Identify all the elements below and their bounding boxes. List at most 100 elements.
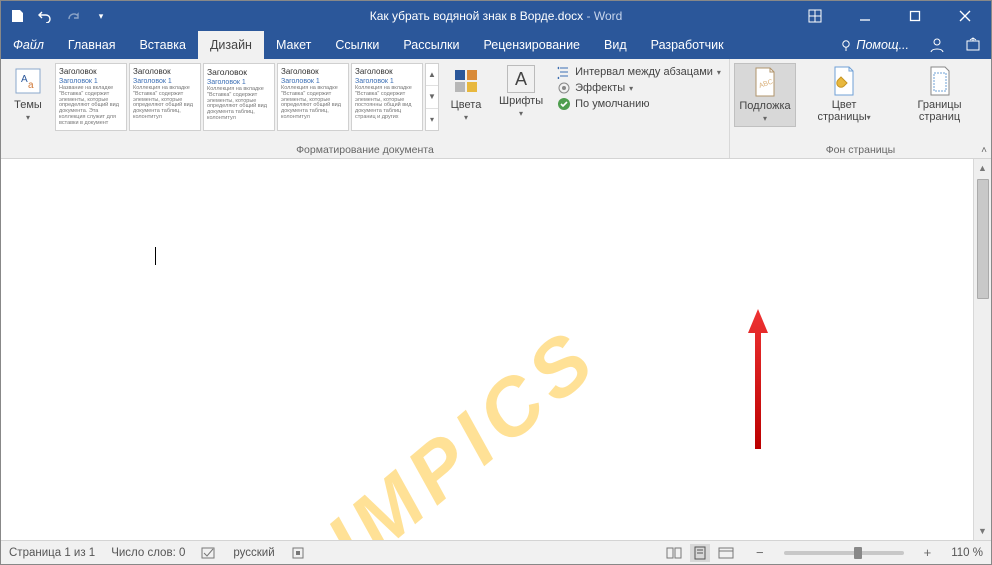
group-document-formatting: Aa Темы▾ Заголовок Заголовок 1 Название … <box>1 59 730 158</box>
app-name: Word <box>594 9 622 23</box>
ribbon: Aa Темы▾ Заголовок Заголовок 1 Название … <box>1 59 991 159</box>
fonts-label: Шрифты <box>499 95 543 107</box>
tab-home[interactable]: Главная <box>56 31 128 59</box>
watermark-text: LUMPICS <box>238 310 616 540</box>
vertical-scrollbar[interactable]: ▲ ▼ <box>973 159 991 540</box>
save-icon[interactable] <box>9 8 25 24</box>
page-borders-button[interactable]: Границы страниц <box>892 63 987 125</box>
window-title: Как убрать водяной знак в Ворде.docx - W… <box>370 9 623 23</box>
group-label-formatting: Форматирование документа <box>5 142 725 156</box>
colors-button[interactable]: Цвета▾ <box>443 63 489 125</box>
style-set-item[interactable]: Заголовок Заголовок 1 Коллекция на вклад… <box>203 63 275 131</box>
maximize-button[interactable] <box>895 2 935 30</box>
page-borders-label: Границы страниц <box>898 99 981 123</box>
tab-design[interactable]: Дизайн <box>198 31 264 59</box>
read-mode-button[interactable] <box>664 544 684 562</box>
svg-text:A: A <box>21 74 28 85</box>
print-layout-button[interactable] <box>690 544 710 562</box>
minimize-button[interactable] <box>845 2 885 30</box>
macro-indicator[interactable] <box>291 546 305 560</box>
title-bar: ▾ Как убрать водяной знак в Ворде.docx -… <box>1 1 991 31</box>
fonts-button[interactable]: А Шрифты▾ <box>493 63 549 121</box>
themes-button[interactable]: Aa Темы▾ <box>5 63 51 125</box>
qat-customize-icon[interactable]: ▾ <box>93 8 109 24</box>
redo-icon[interactable] <box>65 8 81 24</box>
effects-button[interactable]: Эффекты▾ <box>557 81 721 95</box>
style-set-item[interactable]: Заголовок Заголовок 1 Название на вкладк… <box>55 63 127 131</box>
status-bar: Страница 1 из 1 Число слов: 0 русский − … <box>1 540 991 564</box>
proofing-icon[interactable] <box>201 546 217 560</box>
document-area: LUMPICS ▲ ▼ <box>1 159 991 540</box>
language-indicator[interactable]: русский <box>233 547 274 559</box>
document-scroller[interactable]: LUMPICS <box>1 159 973 540</box>
gallery-scroll-down[interactable]: ▼ <box>426 86 438 108</box>
colors-icon <box>450 65 482 97</box>
tab-insert[interactable]: Вставка <box>127 31 197 59</box>
undo-icon[interactable] <box>37 8 53 24</box>
page-color-icon <box>828 65 860 97</box>
gallery-scroll-up[interactable]: ▲ <box>426 64 438 86</box>
quick-access-toolbar: ▾ <box>1 8 117 24</box>
set-as-default-button[interactable]: По умолчанию <box>557 97 721 111</box>
tab-mailings[interactable]: Рассылки <box>391 31 471 59</box>
collapse-ribbon-icon[interactable]: ˄ <box>981 145 987 156</box>
tell-me[interactable]: Помощ... <box>830 31 919 59</box>
web-layout-button[interactable] <box>716 544 736 562</box>
tell-me-label: Помощ... <box>856 38 909 52</box>
page-color-label: Цвет страницы <box>817 99 866 123</box>
page-color-button[interactable]: Цвет страницы▾ <box>800 63 888 125</box>
view-buttons <box>664 544 736 562</box>
account-icon[interactable] <box>919 31 955 59</box>
paragraph-spacing-label: Интервал между абзацами <box>575 66 713 78</box>
paragraph-options: Интервал между абзацами▾ Эффекты▾ По умо… <box>553 63 725 113</box>
zoom-slider[interactable] <box>784 551 904 555</box>
zoom-in-button[interactable]: + <box>920 545 936 560</box>
tab-layout[interactable]: Макет <box>264 31 323 59</box>
gallery-expand[interactable]: ▾ <box>426 109 438 130</box>
tab-developer[interactable]: Разработчик <box>639 31 736 59</box>
scroll-up-button[interactable]: ▲ <box>974 159 991 177</box>
app-window: ▾ Как убрать водяной знак в Ворде.docx -… <box>0 0 992 565</box>
style-set-gallery[interactable]: Заголовок Заголовок 1 Название на вкладк… <box>55 63 439 131</box>
gallery-scroll: ▲ ▼ ▾ <box>425 63 439 131</box>
themes-label: Темы <box>14 99 42 111</box>
page-borders-icon <box>924 65 956 97</box>
paragraph-spacing-button[interactable]: Интервал между абзацами▾ <box>557 65 721 79</box>
svg-text:a: a <box>28 80 34 91</box>
document-page[interactable]: LUMPICS <box>47 159 943 540</box>
style-set-item[interactable]: Заголовок Заголовок 1 Коллекция на вклад… <box>129 63 201 131</box>
effects-label: Эффекты <box>575 82 625 94</box>
text-cursor <box>155 247 156 265</box>
watermark-label: Подложка <box>739 100 790 112</box>
effects-icon <box>557 81 571 95</box>
window-controls <box>795 2 991 30</box>
fonts-icon: А <box>507 65 535 93</box>
zoom-out-button[interactable]: − <box>752 545 768 560</box>
group-label-page-bg: Фон страницы <box>734 142 987 156</box>
paragraph-spacing-icon <box>557 65 571 79</box>
scroll-down-button[interactable]: ▼ <box>974 522 991 540</box>
zoom-level[interactable]: 110 % <box>951 547 983 559</box>
style-set-item[interactable]: Заголовок Заголовок 1 Коллекция на вклад… <box>351 63 423 131</box>
check-icon <box>557 97 571 111</box>
ribbon-tabs: Файл Главная Вставка Дизайн Макет Ссылки… <box>1 31 991 59</box>
document-name: Как убрать водяной знак в Ворде.docx <box>370 9 583 23</box>
colors-label: Цвета <box>451 99 482 111</box>
tab-view[interactable]: Вид <box>592 31 639 59</box>
share-icon[interactable] <box>955 31 991 59</box>
tab-review[interactable]: Рецензирование <box>471 31 592 59</box>
watermark-button[interactable]: ABC Подложка▾ <box>734 63 796 127</box>
word-count[interactable]: Число слов: 0 <box>111 547 185 559</box>
group-page-background: ABC Подложка▾ Цвет страницы▾ Границы стр… <box>730 59 991 158</box>
page-indicator[interactable]: Страница 1 из 1 <box>9 547 95 559</box>
tab-references[interactable]: Ссылки <box>323 31 391 59</box>
themes-icon: Aa <box>12 65 44 97</box>
scroll-thumb[interactable] <box>977 179 989 299</box>
style-set-item[interactable]: Заголовок Заголовок 1 Коллекция на вклад… <box>277 63 349 131</box>
ribbon-display-icon[interactable] <box>795 2 835 30</box>
close-button[interactable] <box>945 2 985 30</box>
zoom-handle[interactable] <box>854 547 862 559</box>
set-as-default-label: По умолчанию <box>575 98 649 110</box>
tab-file[interactable]: Файл <box>1 31 56 59</box>
watermark-icon: ABC <box>749 66 781 98</box>
